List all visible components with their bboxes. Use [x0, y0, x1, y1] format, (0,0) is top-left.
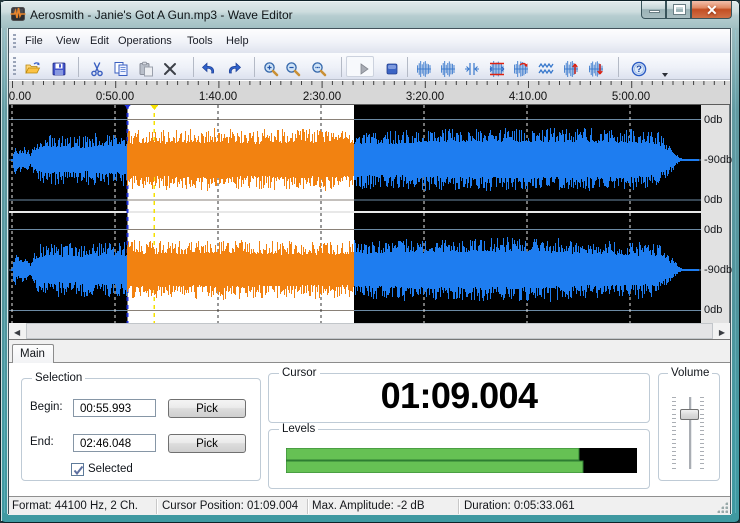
svg-text:4:10.00: 4:10.00 [509, 91, 547, 103]
svg-text:0:50.00: 0:50.00 [96, 91, 134, 103]
svg-text:?: ? [636, 64, 642, 75]
svg-text:1:40.00: 1:40.00 [199, 91, 237, 103]
svg-text:2:30.00: 2:30.00 [303, 91, 341, 103]
svg-text:5:00.00: 5:00.00 [612, 91, 650, 103]
svg-text:0:00.00: 0:00.00 [9, 91, 31, 103]
svg-text:3:20.00: 3:20.00 [406, 91, 444, 103]
